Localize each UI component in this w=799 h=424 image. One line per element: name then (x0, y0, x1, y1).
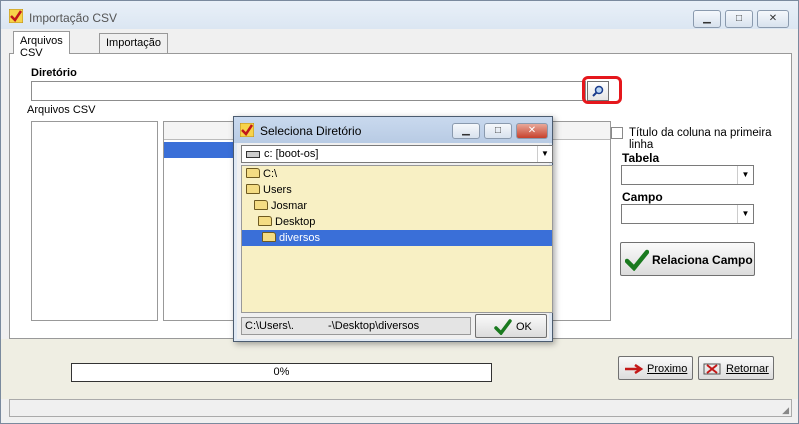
checkmark-icon (625, 249, 649, 271)
folder-icon (246, 184, 260, 194)
window-title: Importação CSV (29, 11, 118, 25)
relaciona-campo-label: Relaciona Campo (652, 253, 753, 267)
folder-name: C:\ (263, 168, 278, 180)
chevron-down-icon[interactable]: ▼ (537, 146, 552, 162)
maximize-button[interactable]: □ (725, 10, 753, 28)
tabela-label: Tabela (622, 151, 660, 165)
proximo-button[interactable]: Proximo (618, 356, 693, 380)
path-suffix: -\Desktop\diversos (328, 320, 420, 332)
minimize-button[interactable]: ▁ (693, 10, 721, 28)
dialog-maximize-button[interactable]: □ (484, 123, 512, 139)
campo-select[interactable]: ▼ (621, 204, 754, 224)
ok-label: OK (516, 321, 532, 333)
proximo-label: Proximo (647, 363, 688, 375)
app-logo-icon (240, 123, 254, 137)
tab-importacao[interactable]: Importação (99, 33, 169, 53)
drive-value: c: [boot-os] (264, 148, 319, 160)
dialog-title: Seleciona Diretório (260, 124, 362, 138)
titulo-checkbox[interactable] (611, 127, 623, 139)
progress-bar: 0% (71, 363, 492, 382)
chevron-down-icon: ▼ (737, 205, 753, 223)
close-button[interactable]: ✕ (757, 10, 789, 28)
resize-grip-icon[interactable]: ◢ (782, 405, 789, 416)
folder-tree: C:\ Users Josmar Desktop diversos (241, 165, 553, 313)
retornar-label: Retornar (726, 363, 769, 375)
open-folder-icon (262, 232, 276, 242)
path-prefix: C:\Users\. (245, 320, 294, 332)
folder-item[interactable]: C:\ (246, 166, 277, 182)
dialog-minimize-button[interactable]: ▁ (452, 123, 480, 139)
arrow-right-icon (625, 364, 644, 374)
diretorio-input[interactable] (31, 81, 586, 101)
ok-button[interactable]: OK (475, 314, 547, 338)
cancel-icon (703, 363, 721, 375)
checkmark-icon (494, 319, 512, 335)
grid-selected-row[interactable] (164, 142, 244, 158)
tab-arquivos-csv[interactable]: Arquivos CSV (13, 31, 70, 59)
relaciona-campo-button[interactable]: Relaciona Campo (620, 242, 755, 276)
titulo-checkbox-label: Título da coluna na primeira linha (629, 127, 772, 151)
folder-icon (246, 168, 260, 178)
progress-text: 0% (273, 366, 290, 378)
selected-path: C:\Users\. -\Desktop\diversos (241, 317, 471, 335)
status-bar: ◢ (9, 399, 792, 417)
folder-name: diversos (279, 232, 320, 244)
folder-name: Josmar (271, 200, 308, 212)
arquivos-csv-label: Arquivos CSV (27, 104, 96, 116)
dialog-body: c: [boot-os] ▼ C:\ Users Josmar Desktop … (237, 143, 553, 339)
retornar-button[interactable]: Retornar (698, 356, 774, 380)
title-bar: Importação CSV ▁ □ ✕ (1, 1, 798, 29)
dialog-close-button[interactable]: ✕ (516, 123, 548, 139)
drive-select[interactable]: c: [boot-os] ▼ (241, 145, 553, 163)
folder-icon (258, 216, 272, 226)
arquivos-list[interactable] (31, 121, 158, 321)
drive-icon (246, 151, 260, 158)
folder-item[interactable]: Desktop (258, 214, 315, 230)
folder-name: Users (263, 184, 292, 196)
highlight-marker (582, 76, 622, 104)
folder-item[interactable]: Josmar (254, 198, 307, 214)
tabela-select[interactable]: ▼ (621, 165, 754, 185)
campo-label: Campo (622, 190, 663, 204)
app-logo-icon (9, 9, 23, 23)
select-directory-dialog: Seleciona Diretório ▁ □ ✕ c: [boot-os] ▼… (233, 116, 553, 342)
folder-item[interactable]: Users (246, 182, 292, 198)
folder-item-selected[interactable]: diversos (242, 230, 552, 246)
folder-name: Desktop (275, 216, 316, 228)
dialog-title-bar: Seleciona Diretório ▁ □ ✕ (234, 117, 552, 143)
chevron-down-icon: ▼ (737, 166, 753, 184)
folder-icon (254, 200, 268, 210)
diretorio-label: Diretório (31, 67, 77, 79)
